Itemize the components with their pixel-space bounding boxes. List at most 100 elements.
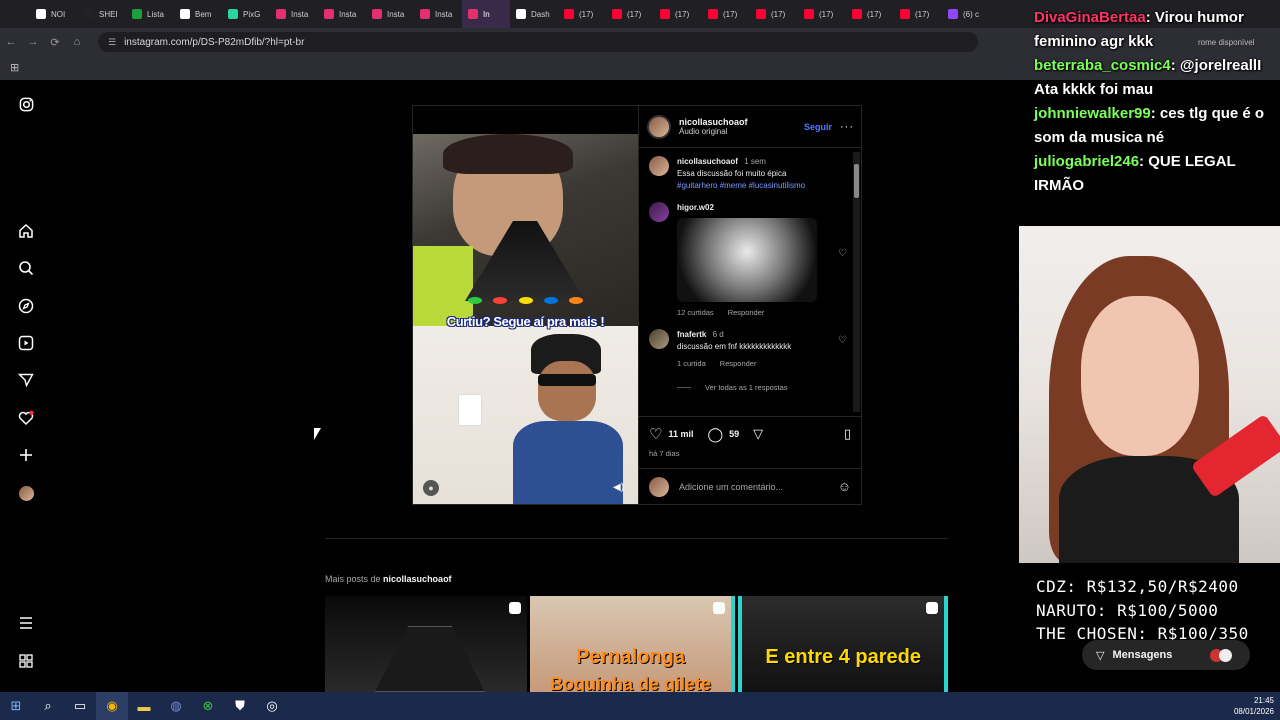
apps-icon[interactable]: ⊞ (10, 61, 19, 74)
site-info-icon[interactable]: ☰ (108, 37, 116, 48)
tab-favicon-icon (276, 9, 286, 19)
emoji-icon[interactable]: ☺ (838, 479, 851, 494)
threads-grid-icon[interactable] (16, 651, 36, 671)
tab-favicon-icon (900, 9, 910, 19)
comment-avatar[interactable] (649, 202, 669, 222)
file-explorer-icon[interactable]: ▬ (128, 692, 160, 720)
caption-avatar[interactable] (649, 156, 669, 176)
browser-tab[interactable]: (17) (702, 0, 750, 28)
forward-icon[interactable]: → (22, 36, 44, 48)
tab-label: Insta (387, 9, 405, 19)
browser-tab[interactable]: In (462, 0, 510, 28)
notifications-heart-icon[interactable] (16, 408, 36, 428)
comment-likes[interactable]: 1 curtida (677, 358, 706, 370)
browser-tab[interactable]: (17) (798, 0, 846, 28)
author-username[interactable]: nicollasuchoaof (679, 117, 748, 127)
clock-date: 08/01/2026 (1233, 707, 1274, 716)
profile-avatar[interactable] (16, 483, 36, 503)
browser-tab[interactable]: (17) (558, 0, 606, 28)
tab-label: (17) (675, 9, 690, 19)
add-comment-input[interactable]: Adicione um comentário... (679, 482, 783, 492)
browser-tab[interactable]: (17) (654, 0, 702, 28)
comment-like-heart-icon[interactable]: ♡ (838, 248, 847, 259)
tagged-user-icon[interactable]: ● (423, 480, 439, 496)
reply-button[interactable]: Responder (720, 358, 757, 370)
xbox-icon[interactable]: ⊗ (192, 692, 224, 720)
caption-hashtags[interactable]: #guitarhero #meme #lucasinutilismo (677, 181, 805, 190)
search-icon[interactable] (16, 258, 36, 278)
browser-tab[interactable]: PixG (222, 0, 270, 28)
post-card: Curtiu? Segue aí pra mais ! ● ◀) nicolla… (412, 105, 862, 505)
post-side-panel: nicollasuchoaof Áudio original Seguir ··… (638, 106, 862, 504)
home-nav-icon[interactable] (16, 221, 36, 241)
author-avatar[interactable] (647, 114, 671, 139)
chrome-taskbar-icon[interactable]: ◉ (96, 692, 128, 720)
browser-tab[interactable]: (17) (750, 0, 798, 28)
comment-like-heart-icon[interactable]: ♡ (838, 335, 847, 346)
comments-scrollbar[interactable] (853, 152, 860, 412)
start-windows-icon[interactable]: ⊞ (0, 692, 32, 720)
post-thumbnail[interactable]: E entre 4 parede (738, 596, 949, 692)
reply-button[interactable]: Responder (728, 307, 765, 319)
instagram-page: Curtiu? Segue aí pra mais ! ● ◀) nicolla… (0, 80, 1020, 692)
like-heart-icon[interactable]: ♡ (649, 425, 662, 443)
search-taskbar-icon[interactable]: ⌕ (32, 692, 64, 720)
comment-username[interactable]: fnafertk (677, 330, 706, 339)
system-clock[interactable]: 21:45 08/01/2026 (1234, 695, 1274, 717)
comment-likes[interactable]: 12 curtidas (677, 307, 714, 319)
sound-icon[interactable]: ◀) (613, 482, 624, 493)
browser-tab[interactable]: Dash (510, 0, 558, 28)
obs-icon[interactable]: ◎ (256, 692, 288, 720)
browser-tab[interactable]: NOI (30, 0, 78, 28)
post-thumbnail[interactable] (325, 596, 527, 692)
follow-button[interactable]: Seguir (804, 122, 832, 132)
browser-tab[interactable]: (17) (846, 0, 894, 28)
task-view-icon[interactable]: ▭ (64, 692, 96, 720)
browser-tab[interactable]: Insta (318, 0, 366, 28)
create-plus-icon[interactable] (16, 445, 36, 465)
tab-favicon-icon (372, 9, 382, 19)
save-bookmark-icon[interactable]: ▯ (844, 426, 851, 442)
post-thumbnail[interactable]: Pernalonga Boquinha de gilete (529, 596, 736, 692)
browser-tab[interactable]: (17) (606, 0, 654, 28)
reels-icon[interactable] (16, 333, 36, 353)
view-replies-link[interactable]: Ver todas as 1 respostas (705, 382, 788, 394)
like-count[interactable]: 11 mil (668, 429, 693, 439)
discord-icon[interactable]: ◍ (160, 692, 192, 720)
post-video[interactable]: Curtiu? Segue aí pra mais ! ● ◀) (413, 106, 638, 504)
send-icon: ▽ (1096, 649, 1105, 662)
comment-username[interactable]: higor.w02 (677, 203, 714, 212)
comments-list: nicollasuchoaof 1 sem Essa discussão foi… (639, 148, 861, 416)
audio-label[interactable]: Áudio original (679, 127, 748, 136)
browser-tab[interactable]: Bem (174, 0, 222, 28)
reel-icon (926, 602, 939, 614)
caption-username[interactable]: nicollasuchoaof (677, 157, 738, 166)
browser-tab[interactable]: Insta (414, 0, 462, 28)
more-posts-user[interactable]: nicollasuchoaof (383, 574, 452, 584)
browser-tab[interactable]: Insta (270, 0, 318, 28)
browser-tab[interactable]: Lista (126, 0, 174, 28)
caption-time: 1 sem (744, 157, 766, 166)
comment-avatar[interactable] (649, 329, 669, 349)
messages-button[interactable]: ▽ Mensagens (1082, 640, 1250, 670)
reload-icon[interactable]: ⟳ (44, 36, 66, 49)
menu-hamburger-icon[interactable] (16, 613, 36, 633)
back-icon[interactable]: ← (0, 36, 22, 48)
chat-message: juliogabriel246: QUE LEGAL IRMÃO (1034, 150, 1270, 198)
browser-tab[interactable]: SHEI (78, 0, 126, 28)
posted-ago: há 7 dias (649, 449, 680, 458)
explore-icon[interactable] (16, 296, 36, 316)
security-shield-icon[interactable]: ⛊ (224, 692, 256, 720)
comment-icon[interactable]: ◯ (707, 426, 723, 443)
url-field[interactable]: ☰ instagram.com/p/DS-P82mDfib/?hl=pt-br (98, 32, 978, 52)
home-icon[interactable]: ⌂ (66, 36, 88, 48)
browser-tab[interactable]: Insta (366, 0, 414, 28)
reel-icon (713, 602, 726, 614)
browser-tab[interactable]: (6) c (942, 0, 990, 28)
instagram-logo-icon[interactable] (16, 94, 36, 114)
share-icon[interactable]: ▽ (753, 426, 763, 442)
more-options-icon[interactable]: ··· (840, 121, 854, 133)
comment-image[interactable] (677, 218, 817, 302)
browser-tab[interactable]: (17) (894, 0, 942, 28)
messages-nav-icon[interactable] (16, 370, 36, 390)
